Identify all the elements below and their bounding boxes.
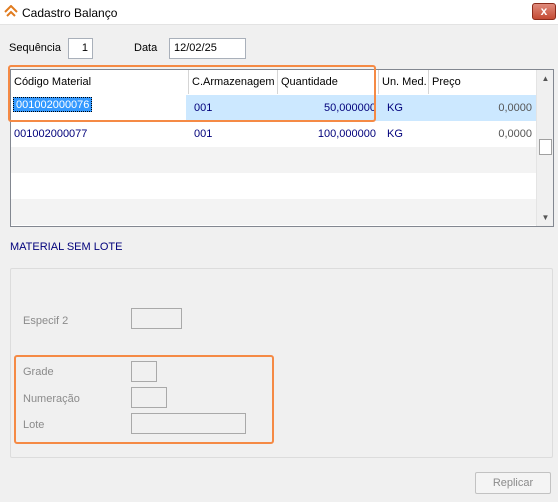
table-cell-unidade[interactable]: KG [387,95,427,121]
window-title: Cadastro Balanço [22,6,118,20]
replicar-button[interactable]: Replicar [475,472,551,494]
data-field[interactable]: 12/02/25 [169,38,246,59]
lote-field [131,413,246,434]
empty-row [11,173,536,199]
title-bar: Cadastro Balanço x [0,0,558,25]
column-header-codigo[interactable]: Código Material [11,70,191,94]
section-title: MATERIAL SEM LOTE [10,241,123,253]
table-cell-preco[interactable]: 0,0000 [431,121,532,147]
empty-row [11,147,536,173]
scroll-thumb[interactable] [539,139,552,155]
scroll-up-icon[interactable]: ▲ [537,70,553,87]
column-header-unidade[interactable]: Un. Med. [378,70,428,94]
table-cell-codigo[interactable]: 001002000077 [14,121,184,147]
table-cell-armazenagem[interactable]: 001 [194,95,254,121]
grade-label: Grade [23,366,54,378]
table-cell-quantidade[interactable]: 50,000000 [277,95,376,121]
especif2-field [131,308,182,329]
scroll-down-icon[interactable]: ▼ [537,209,553,226]
especif2-label: Especif 2 [23,315,69,327]
sequencia-label: Sequência [9,42,61,54]
table-cell-codigo[interactable]: 001002000076 [11,95,186,121]
sequencia-field[interactable]: 1 [68,38,93,59]
table-cell-unidade[interactable]: KG [387,121,427,147]
app-logo-icon [4,4,18,19]
column-header-armazenagem[interactable]: C.Armazenagem [188,70,277,94]
focused-cell-value[interactable]: 001002000076 [13,97,93,112]
table-row[interactable]: 001002000076 001 50,000000 KG 0,0000 [11,95,536,121]
data-label: Data [134,42,158,54]
numeracao-label: Numeração [23,393,80,405]
grade-field [131,361,157,382]
column-header-preco[interactable]: Preço [428,70,536,94]
column-header-quantidade[interactable]: Quantidade [277,70,378,94]
numeracao-field [131,387,167,408]
materials-grid[interactable]: Código Material C.Armazenagem Quantidade… [10,69,554,227]
table-cell-armazenagem[interactable]: 001 [194,121,254,147]
close-button[interactable]: x [532,3,556,20]
lote-panel [10,268,553,458]
vertical-scrollbar[interactable]: ▲ ▼ [536,70,553,226]
table-row[interactable]: 001002000077 001 100,000000 KG 0,0000 [11,121,536,147]
lote-label: Lote [23,419,45,431]
table-cell-preco[interactable]: 0,0000 [431,95,532,121]
empty-row [11,199,536,225]
table-cell-quantidade[interactable]: 100,000000 [277,121,376,147]
